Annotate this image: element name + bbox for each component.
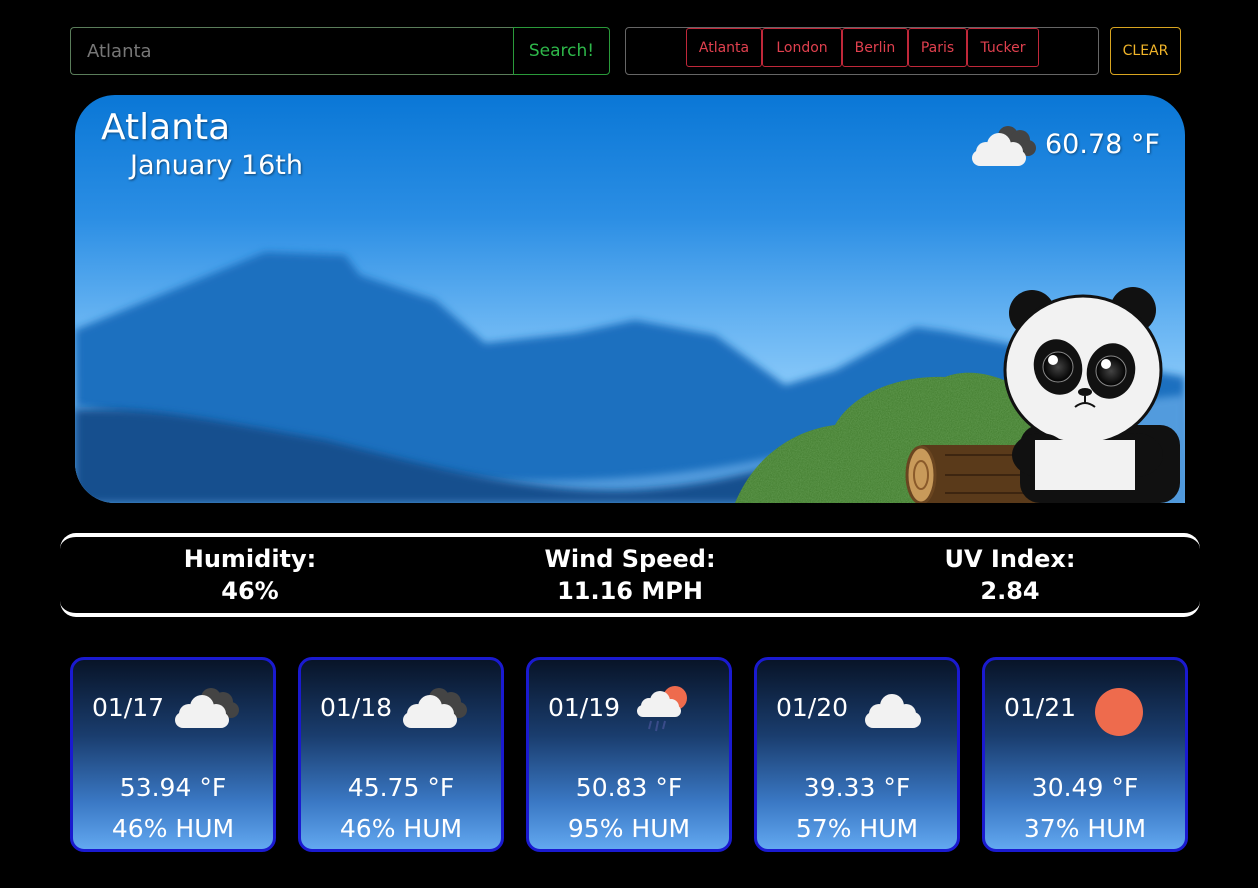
forecast-temperature: 45.75 °F — [347, 773, 455, 802]
cloud-icon — [865, 694, 921, 728]
forecast-humidity: 37% HUM — [1023, 814, 1147, 843]
humidity-stat: Humidity: 46% — [100, 543, 400, 607]
wind-value: 11.16 MPH — [557, 577, 703, 605]
forecast-card: 01/18 45.75 °F 46% HUM — [298, 657, 504, 852]
forecast-temperature: 53.94 °F — [119, 773, 227, 802]
forecast-temperature: 50.83 °F — [575, 773, 683, 802]
search-history: Atlanta London Berlin Paris Tucker — [625, 27, 1099, 75]
current-temperature: 60.78 °F — [1045, 129, 1160, 160]
rain-sun-icon — [637, 686, 687, 732]
forecast-date: 01/17 — [92, 693, 165, 722]
current-date: January 16th — [130, 150, 303, 181]
wind-label: Wind Speed: — [544, 545, 716, 573]
uv-label: UV Index: — [944, 545, 1076, 573]
forecast-humidity: 95% HUM — [567, 814, 691, 843]
history-button-tucker[interactable]: Tucker — [967, 28, 1039, 67]
forecast-card: 01/21 30.49 °F 37% HUM — [982, 657, 1188, 852]
weather-stats: Humidity: 46% Wind Speed: 11.16 MPH UV I… — [60, 533, 1200, 617]
partly-cloudy-icon — [972, 126, 1036, 166]
forecast-humidity: 46% HUM — [339, 814, 463, 843]
search-form: Search! — [70, 27, 610, 75]
current-weather-hero: Atlanta January 16th 60.78 °F — [75, 95, 1185, 503]
dark-clouds-icon — [175, 688, 239, 728]
humidity-label: Humidity: — [183, 545, 317, 573]
forecast-card: 01/20 39.33 °F 57% HUM — [754, 657, 960, 852]
forecast-card: 01/17 53.94 °F 46% HUM — [70, 657, 276, 852]
uv-value: 2.84 — [980, 577, 1040, 605]
forecast-date: 01/19 — [548, 693, 621, 722]
wind-stat: Wind Speed: 11.16 MPH — [480, 543, 780, 607]
forecast-card: 01/19 50.83 °F 95% HUM — [526, 657, 732, 852]
forecast-date: 01/20 — [776, 693, 849, 722]
search-input[interactable] — [70, 27, 513, 75]
clear-button[interactable]: CLEAR — [1110, 27, 1181, 75]
forecast-humidity: 46% HUM — [111, 814, 235, 843]
search-button[interactable]: Search! — [513, 27, 610, 75]
humidity-value: 46% — [221, 577, 279, 605]
history-button-atlanta[interactable]: Atlanta — [686, 28, 762, 67]
uv-stat: UV Index: 2.84 — [860, 543, 1160, 607]
forecast-temperature: 30.49 °F — [1031, 773, 1139, 802]
history-button-london[interactable]: London — [762, 28, 842, 67]
forecast-temperature: 39.33 °F — [803, 773, 911, 802]
history-button-paris[interactable]: Paris — [908, 28, 967, 67]
forecast-humidity: 57% HUM — [795, 814, 919, 843]
sun-icon — [1095, 688, 1143, 736]
forecast-date: 01/18 — [320, 693, 393, 722]
forecast-date: 01/21 — [1004, 693, 1077, 722]
dark-clouds-icon — [403, 688, 467, 728]
history-button-berlin[interactable]: Berlin — [842, 28, 908, 67]
panda-illustration — [1003, 287, 1180, 503]
city-name: Atlanta — [101, 107, 231, 148]
